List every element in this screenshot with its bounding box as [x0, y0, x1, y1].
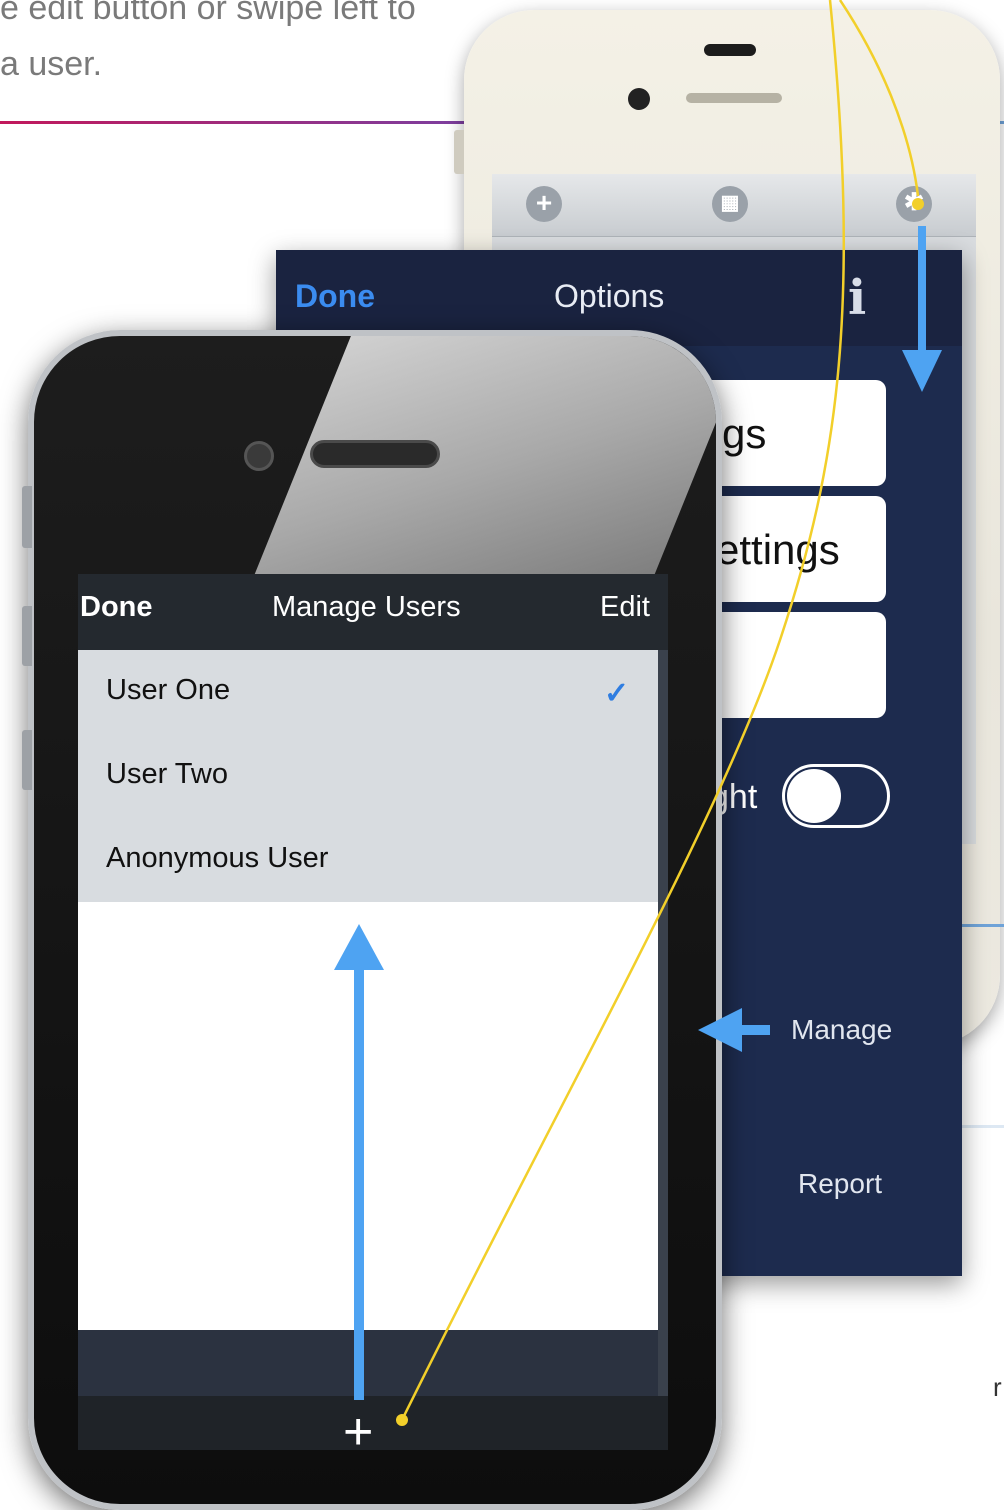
up-arrow-shaft	[354, 968, 364, 1400]
up-arrow-head	[334, 924, 384, 970]
callout-dot-plus	[396, 1414, 408, 1426]
callout-dot-gear	[912, 198, 924, 210]
left-arrow-head	[698, 1008, 742, 1052]
down-arrow-head	[902, 350, 942, 392]
callout-curve	[400, 0, 846, 1421]
annotation-overlay	[334, 0, 942, 1426]
down-arrow-shaft	[918, 226, 926, 356]
left-arrow-shaft	[738, 1025, 770, 1035]
callout-curve-gear	[838, 0, 920, 197]
